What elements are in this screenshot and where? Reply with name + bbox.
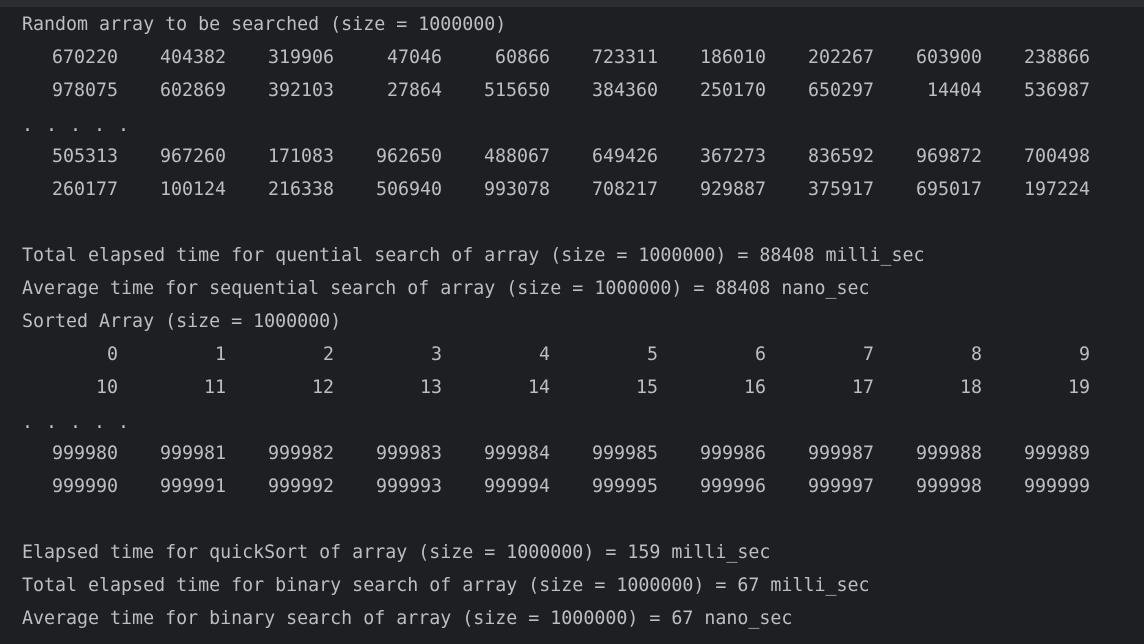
random-array-header: Random array to be searched (size = 1000… <box>22 14 507 35</box>
array-value-cell: 999993 <box>375 476 442 497</box>
array-value-cell: 171083 <box>267 146 334 167</box>
array-value-cell: 700498 <box>1023 146 1090 167</box>
array-value-cell: 999982 <box>267 443 334 464</box>
array-value-cell: 670220 <box>51 47 118 68</box>
binary-total-time: Total elapsed time for binary search of … <box>22 575 870 596</box>
array-value-cell: 603900 <box>915 47 982 68</box>
array-value-cell: 836592 <box>807 146 874 167</box>
array-value-cell: 999990 <box>51 476 118 497</box>
array-value-cell: 723311 <box>591 47 658 68</box>
array-value-cell: 649426 <box>591 146 658 167</box>
array-value-cell: 8 <box>970 344 982 365</box>
array-value-cell: 19 <box>1067 377 1090 398</box>
array-value-cell: 2 <box>322 344 334 365</box>
array-value-cell: 18 <box>959 377 982 398</box>
array-value-cell: 10 <box>95 377 118 398</box>
array-value-cell: 6 <box>754 344 766 365</box>
array-value-cell: 536987 <box>1023 80 1090 101</box>
sorted-row-1: 0 1 2 3 4 5 6 7 8 9 <box>0 338 1144 371</box>
array-value-cell: 929887 <box>699 179 766 200</box>
array-value-cell: 999986 <box>699 443 766 464</box>
array-value-cell: 695017 <box>915 179 982 200</box>
array-value-cell: 100124 <box>159 179 226 200</box>
random-row-2: 978075 602869 392103 27864 515650 384360 25017… <box>0 74 1144 107</box>
array-value-cell: 5 <box>646 344 658 365</box>
array-value-cell: 197224 <box>1023 179 1090 200</box>
array-value-cell: 999989 <box>1023 443 1090 464</box>
array-value-cell: 186010 <box>699 47 766 68</box>
array-value-cell: 17 <box>851 377 874 398</box>
array-value-cell: 967260 <box>159 146 226 167</box>
array-value-cell: 15 <box>635 377 658 398</box>
console-output-panel[interactable]: Random array to be searched (size = 1000… <box>0 0 1144 644</box>
binary-average-time: Average time for binary search of array … <box>22 608 793 629</box>
array-value-cell: 404382 <box>159 47 226 68</box>
array-value-cell: 11 <box>203 377 226 398</box>
array-value-cell: 9 <box>1078 344 1090 365</box>
array-value-cell: 3 <box>430 344 442 365</box>
array-value-cell: 1 <box>214 344 226 365</box>
array-value-cell: 999995 <box>591 476 658 497</box>
array-value-cell: 14404 <box>926 80 982 101</box>
array-value-cell: 999987 <box>807 443 874 464</box>
quicksort-elapsed-time: Elapsed time for quickSort of array (siz… <box>22 542 771 563</box>
array-value-cell: 969872 <box>915 146 982 167</box>
array-value-cell: 602869 <box>159 80 226 101</box>
array-value-cell: 506940 <box>375 179 442 200</box>
array-value-cell: 515650 <box>483 80 550 101</box>
array-value-cell: 999996 <box>699 476 766 497</box>
array-value-cell: 999997 <box>807 476 874 497</box>
array-value-cell: 367273 <box>699 146 766 167</box>
array-value-cell: 216338 <box>267 179 334 200</box>
sequential-average-time: Average time for sequential search of ar… <box>22 278 870 299</box>
array-value-cell: 978075 <box>51 80 118 101</box>
array-value-cell: 4 <box>538 344 550 365</box>
array-value-cell: 7 <box>862 344 874 365</box>
array-value-cell: 27864 <box>386 80 442 101</box>
array-value-cell: 202267 <box>807 47 874 68</box>
array-value-cell: 488067 <box>483 146 550 167</box>
array-value-cell: 260177 <box>51 179 118 200</box>
array-value-cell: 375917 <box>807 179 874 200</box>
array-value-cell: 16 <box>743 377 766 398</box>
array-value-cell: 238866 <box>1023 47 1090 68</box>
array-value-cell: 993078 <box>483 179 550 200</box>
array-value-cell: 392103 <box>267 80 334 101</box>
random-row-1: 670220 404382 319906 47046 60866 723311 186010… <box>0 41 1144 74</box>
array-value-cell: 60866 <box>494 47 550 68</box>
sorted-row-2: 10 11 12 13 14 15 16 17 18 19 <box>0 371 1144 404</box>
array-value-cell: 999980 <box>51 443 118 464</box>
array-value-cell: 650297 <box>807 80 874 101</box>
random-row-3: 505313 967260 171083 962650 488067 649426 3672… <box>0 140 1144 173</box>
array-value-cell: 999988 <box>915 443 982 464</box>
array-value-cell: 505313 <box>51 146 118 167</box>
array-value-cell: 999991 <box>159 476 226 497</box>
array-value-cell: 12 <box>311 377 334 398</box>
array-value-cell: 250170 <box>699 80 766 101</box>
array-value-cell: 999998 <box>915 476 982 497</box>
array-value-cell: 0 <box>106 344 118 365</box>
array-value-cell: 999999 <box>1023 476 1090 497</box>
array-value-cell: 999985 <box>591 443 658 464</box>
array-value-cell: 999981 <box>159 443 226 464</box>
array-value-cell: 319906 <box>267 47 334 68</box>
array-value-cell: 999994 <box>483 476 550 497</box>
array-value-cell: 999984 <box>483 443 550 464</box>
array-value-cell: 384360 <box>591 80 658 101</box>
array-value-cell: 962650 <box>375 146 442 167</box>
array-value-cell: 999983 <box>375 443 442 464</box>
array-value-cell: 47046 <box>386 47 442 68</box>
array-value-cell: 14 <box>527 377 550 398</box>
array-value-cell: 708217 <box>591 179 658 200</box>
array-value-cell: 999992 <box>267 476 334 497</box>
random-row-4: 260177 100124 216338 506940 993078 708217 9298… <box>0 173 1144 206</box>
sequential-total-time: Total elapsed time for quential search o… <box>22 245 925 266</box>
array-value-cell: 13 <box>419 377 442 398</box>
sorted-array-header: Sorted Array (size = 1000000) <box>22 311 342 332</box>
sorted-row-4: 999990 999991 999992 999993 999994 999995 9999… <box>0 470 1144 503</box>
sorted-row-3: 999980 999981 999982 999983 999984 999985 9999… <box>0 437 1144 470</box>
